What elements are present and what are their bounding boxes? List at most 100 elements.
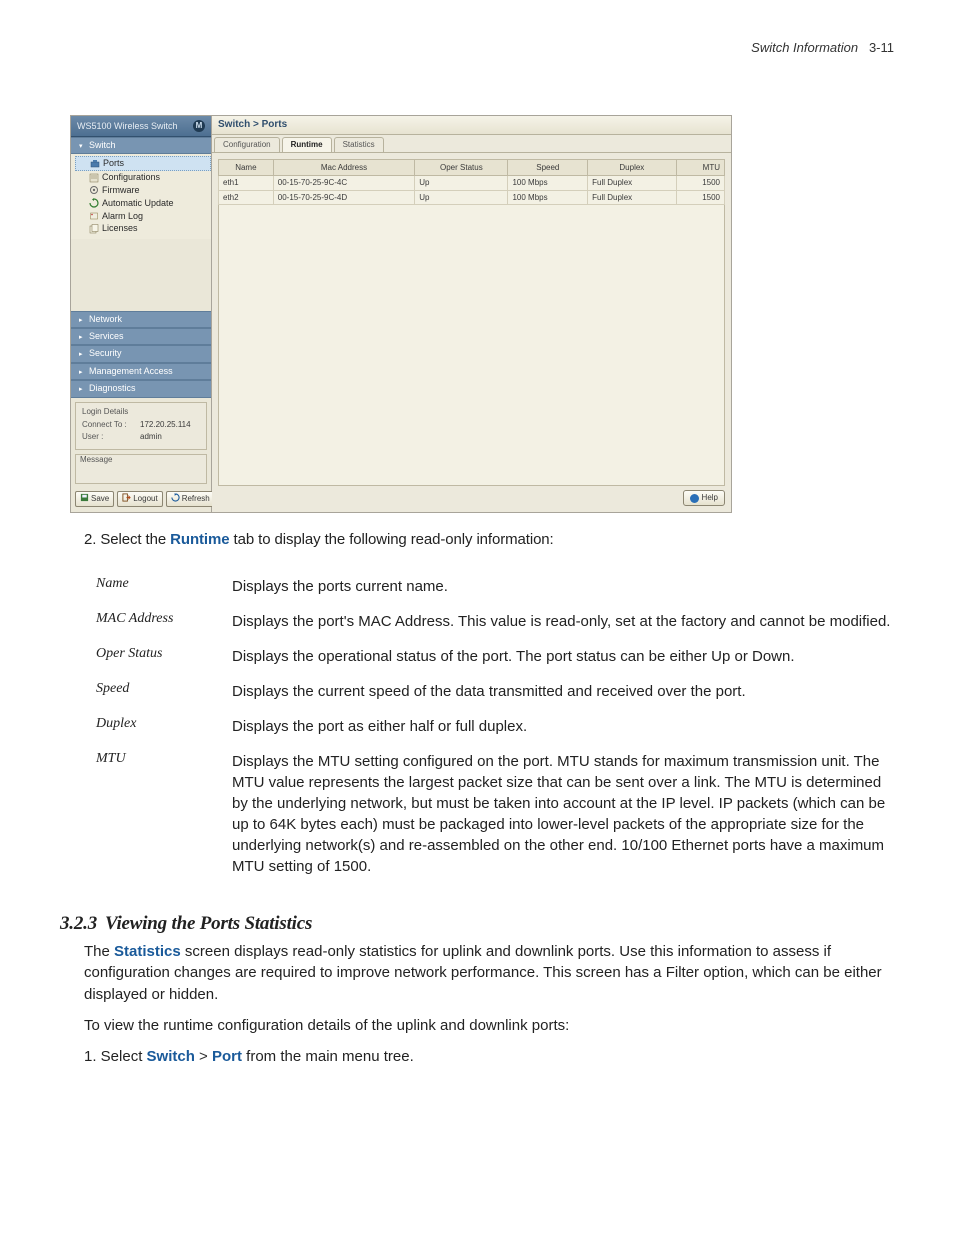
def-term: MTU <box>96 751 232 877</box>
header-page-num: 3-11 <box>869 40 894 55</box>
stats-paragraph: The Statistics screen displays read-only… <box>84 941 894 1005</box>
section-title: Viewing the Ports Statistics <box>105 913 312 934</box>
cell-mac: 00-15-70-25-9C-4C <box>273 176 414 191</box>
help-icon <box>690 494 699 503</box>
nav-item-automatic-update[interactable]: Automatic Update <box>75 197 211 210</box>
tab-configuration[interactable]: Configuration <box>214 137 280 152</box>
help-button[interactable]: Help <box>683 490 725 506</box>
def-desc: Displays the port as either half or full… <box>232 716 894 737</box>
firmware-icon <box>89 185 99 195</box>
nav-item-label: Firmware <box>102 185 140 196</box>
col-name[interactable]: Name <box>219 159 274 176</box>
step1-prefix: 1. Select <box>84 1048 147 1065</box>
table-row[interactable]: eth1 00-15-70-25-9C-4C Up 100 Mbps Full … <box>219 176 725 191</box>
step1-gt: > <box>195 1048 212 1065</box>
update-icon <box>89 198 99 208</box>
login-user-value: admin <box>140 432 162 442</box>
def-desc: Displays the ports current name. <box>232 576 894 597</box>
section-heading: 3.2.3 Viewing the Ports Statistics <box>60 913 894 935</box>
nav-item-label: Automatic Update <box>102 198 174 209</box>
content-pane: Switch > Ports Configuration Runtime Sta… <box>212 116 731 512</box>
logout-button[interactable]: Logout <box>117 491 162 507</box>
nav-item-label: Alarm Log <box>102 211 143 222</box>
header-title: Switch Information <box>751 40 858 55</box>
message-label: Message <box>80 455 112 464</box>
nav-section-diagnostics[interactable]: ▸ Diagnostics <box>71 380 211 397</box>
nav-section-label: Management Access <box>89 366 173 376</box>
nav-item-licenses[interactable]: Licenses <box>75 222 211 235</box>
step-2-text: 2. Select the Runtime tab to display the… <box>84 531 894 548</box>
cell-oper: Up <box>415 176 508 191</box>
nav-section-switch[interactable]: ▾ Switch <box>71 137 211 154</box>
def-term: Oper Status <box>96 646 232 667</box>
nav-tree-switch: Ports Configurations Firmware <box>71 154 211 239</box>
nav-section-network[interactable]: ▸ Network <box>71 311 211 328</box>
tab-label: Configuration <box>223 140 271 149</box>
login-details: Login Details Connect To : 172.20.25.114… <box>75 402 207 451</box>
save-icon <box>80 493 89 505</box>
def-desc: Displays the MTU setting configured on t… <box>232 751 894 877</box>
save-label: Save <box>91 494 109 504</box>
table-empty-area <box>218 205 725 486</box>
col-speed[interactable]: Speed <box>508 159 588 176</box>
cell-speed: 100 Mbps <box>508 190 588 205</box>
tab-label: Statistics <box>343 140 375 149</box>
sidebar-buttons: Save Logout Refresh <box>71 488 211 512</box>
tab-statistics[interactable]: Statistics <box>334 137 384 152</box>
content-footer: Help <box>212 486 731 512</box>
def-desc: Displays the current speed of the data t… <box>232 681 894 702</box>
cell-mtu: 1500 <box>676 190 724 205</box>
breadcrumb: Switch > Ports <box>212 116 731 135</box>
def-row: Speed Displays the current speed of the … <box>96 681 894 702</box>
nav-item-ports[interactable]: Ports <box>75 156 211 171</box>
login-connect-value: 172.20.25.114 <box>140 420 191 430</box>
caret-right-icon: ▸ <box>79 369 83 376</box>
nav-section-security[interactable]: ▸ Security <box>71 345 211 362</box>
sidebar: WS5100 Wireless Switch M ▾ Switch Ports <box>71 116 212 512</box>
table-header-row: Name Mac Address Oper Status Speed Duple… <box>219 159 725 176</box>
col-mac[interactable]: Mac Address <box>273 159 414 176</box>
def-term: Name <box>96 576 232 597</box>
nav-item-label: Configurations <box>102 172 160 183</box>
refresh-button[interactable]: Refresh <box>166 491 215 507</box>
brand-logo-icon: M <box>193 120 205 132</box>
nav-item-alarm-log[interactable]: Alarm Log <box>75 210 211 223</box>
logout-label: Logout <box>133 494 157 504</box>
nav-section-management-access[interactable]: ▸ Management Access <box>71 363 211 380</box>
brand-title: WS5100 Wireless Switch <box>77 121 178 132</box>
help-label: Help <box>702 493 718 503</box>
tab-runtime[interactable]: Runtime <box>282 137 332 152</box>
message-box: Message <box>75 454 207 484</box>
nav-section-services[interactable]: ▸ Services <box>71 328 211 345</box>
section-number: 3.2.3 <box>60 913 97 934</box>
step2-keyword: Runtime <box>170 531 229 548</box>
step1-suffix: from the main menu tree. <box>242 1048 414 1065</box>
cell-speed: 100 Mbps <box>508 176 588 191</box>
nav-item-firmware[interactable]: Firmware <box>75 184 211 197</box>
nav-item-label: Licenses <box>102 223 138 234</box>
col-duplex[interactable]: Duplex <box>588 159 676 176</box>
brand-bar: WS5100 Wireless Switch M <box>71 116 211 137</box>
login-connect-label: Connect To : <box>82 420 136 430</box>
nav-item-label: Ports <box>103 158 124 169</box>
col-mtu[interactable]: MTU <box>676 159 724 176</box>
nav-item-configurations[interactable]: Configurations <box>75 171 211 184</box>
stats-pre: The <box>84 943 114 960</box>
cell-oper: Up <box>415 190 508 205</box>
def-row: MTU Displays the MTU setting configured … <box>96 751 894 877</box>
col-oper[interactable]: Oper Status <box>415 159 508 176</box>
table-row[interactable]: eth2 00-15-70-25-9C-4D Up 100 Mbps Full … <box>219 190 725 205</box>
tab-label: Runtime <box>291 140 323 149</box>
stats-post: screen displays read-only statistics for… <box>84 943 882 1003</box>
def-term: MAC Address <box>96 611 232 632</box>
save-button[interactable]: Save <box>75 491 114 507</box>
definitions-table: Name Displays the ports current name. MA… <box>96 576 894 877</box>
cell-name: eth2 <box>219 190 274 205</box>
def-row: Name Displays the ports current name. <box>96 576 894 597</box>
page-header: Switch Information 3-11 <box>60 40 894 55</box>
def-desc: Displays the operational status of the p… <box>232 646 894 667</box>
step2-suffix: tab to display the following read-only i… <box>229 531 553 548</box>
def-desc: Displays the port's MAC Address. This va… <box>232 611 894 632</box>
def-term: Duplex <box>96 716 232 737</box>
logout-icon <box>122 493 131 505</box>
